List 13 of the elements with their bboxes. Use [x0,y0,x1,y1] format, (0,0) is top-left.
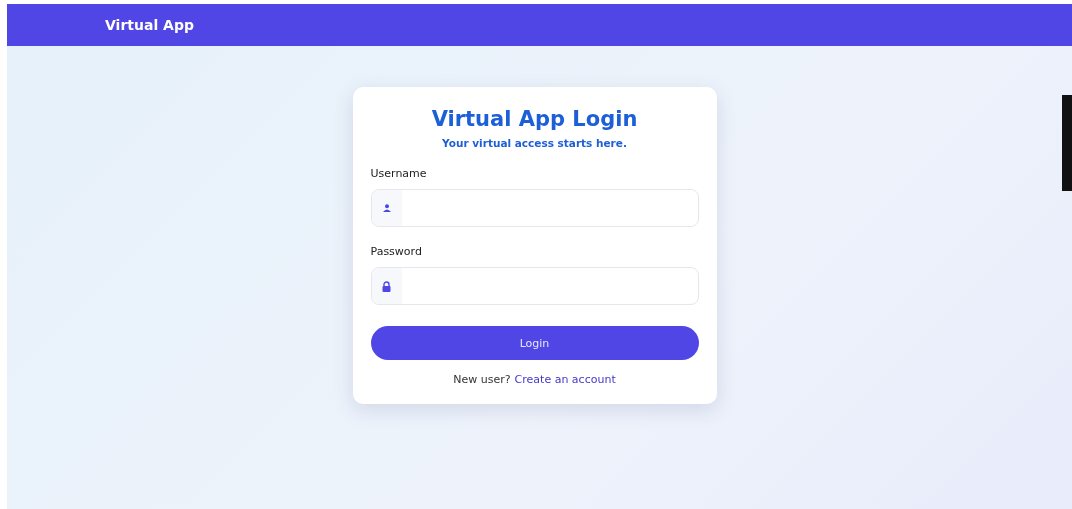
footer-text: New user? [453,373,511,386]
create-account-link[interactable]: Create an account [514,373,616,386]
side-toolbar[interactable] [1062,95,1072,191]
username-field[interactable] [370,189,699,227]
field-label: Username [370,167,427,180]
password-field[interactable] [370,267,699,305]
brand-title[interactable]: Virtual App [105,17,194,33]
user-icon [382,204,391,212]
card-title: Virtual App Login [431,107,638,131]
card-subtitle: Your virtual access starts here. [442,137,627,149]
field-label: Password [370,245,422,258]
lock-icon [382,280,391,292]
login-button[interactable]: Login [370,326,699,360]
